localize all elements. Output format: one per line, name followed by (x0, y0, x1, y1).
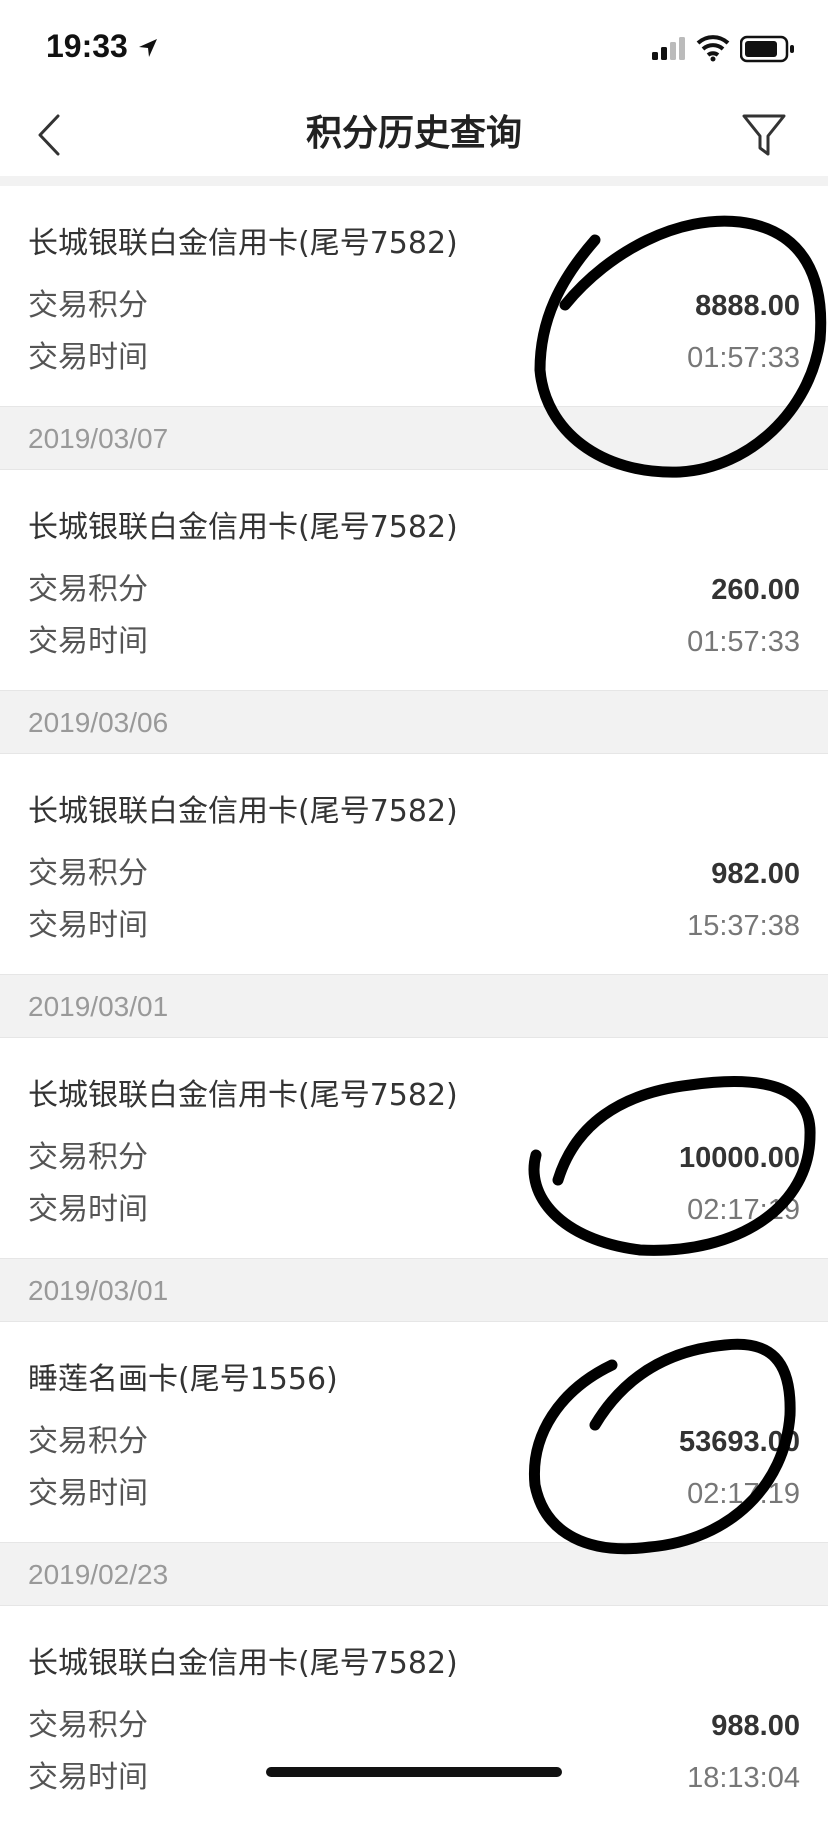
record-card[interactable]: 长城银联白金信用卡(尾号7582) 交易积分 982.00 交易时间 15:37… (0, 754, 828, 974)
status-time: 19:33 (46, 28, 128, 64)
points-value: 260.00 (711, 574, 800, 606)
time-value: 01:57:33 (687, 626, 800, 658)
card-name: 长城银联白金信用卡(尾号7582) (28, 794, 458, 829)
date-header: 2019/03/01 (0, 974, 828, 1038)
nav-bar: 积分历史查询 (0, 94, 828, 177)
points-value: 982.00 (711, 858, 800, 890)
card-name: 长城银联白金信用卡(尾号7582) (28, 510, 458, 545)
date-header: 2019/02/23 (0, 1542, 828, 1606)
record-card[interactable]: 长城银联白金信用卡(尾号7582) 交易积分 260.00 交易时间 01:57… (0, 470, 828, 690)
time-value: 02:17:19 (687, 1478, 800, 1510)
filter-icon[interactable] (740, 112, 788, 158)
time-label: 交易时间 (28, 624, 148, 659)
points-value: 8888.00 (695, 290, 800, 322)
points-value: 53693.00 (679, 1426, 800, 1458)
time-label: 交易时间 (28, 1760, 148, 1795)
time-label: 交易时间 (28, 908, 148, 943)
points-label: 交易积分 (28, 1708, 148, 1743)
card-name: 长城银联白金信用卡(尾号7582) (28, 1078, 458, 1113)
points-history-list: 长城银联白金信用卡(尾号7582) 交易积分 8888.00 交易时间 01:5… (0, 186, 828, 1826)
points-label: 交易积分 (28, 1140, 148, 1175)
list-top-divider (0, 176, 828, 186)
signal-icon (652, 37, 685, 60)
wifi-icon (696, 35, 730, 62)
home-indicator (266, 1767, 562, 1777)
card-name: 睡莲名画卡(尾号1556) (28, 1362, 338, 1397)
time-value: 18:13:04 (687, 1762, 800, 1794)
page-title: 积分历史查询 (305, 113, 522, 154)
time-value: 01:57:33 (687, 342, 800, 374)
time-label: 交易时间 (28, 1192, 148, 1227)
record-card[interactable]: 长城银联白金信用卡(尾号7582) 交易积分 988.00 交易时间 18:13… (0, 1606, 828, 1826)
date-header: 2019/03/07 (0, 406, 828, 470)
card-name: 长城银联白金信用卡(尾号7582) (28, 226, 458, 261)
points-value: 988.00 (711, 1710, 800, 1742)
record-card[interactable]: 长城银联白金信用卡(尾号7582) 交易积分 10000.00 交易时间 02:… (0, 1038, 828, 1258)
points-value: 10000.00 (679, 1142, 800, 1174)
location-arrow-icon (139, 39, 157, 57)
time-label: 交易时间 (28, 1476, 148, 1511)
date-header: 2019/03/06 (0, 690, 828, 754)
date-header: 2019/03/01 (0, 1258, 828, 1322)
status-bar: 19:33 (0, 0, 828, 94)
time-label: 交易时间 (28, 340, 148, 375)
battery-icon (740, 35, 794, 63)
points-label: 交易积分 (28, 572, 148, 607)
time-value: 15:37:38 (687, 910, 800, 942)
card-name: 长城银联白金信用卡(尾号7582) (28, 1646, 458, 1681)
record-card[interactable]: 睡莲名画卡(尾号1556) 交易积分 53693.00 交易时间 02:17:1… (0, 1322, 828, 1542)
points-label: 交易积分 (28, 856, 148, 891)
record-card[interactable]: 长城银联白金信用卡(尾号7582) 交易积分 8888.00 交易时间 01:5… (0, 186, 828, 406)
points-label: 交易积分 (28, 1424, 148, 1459)
time-value: 02:17:19 (687, 1194, 800, 1226)
points-label: 交易积分 (28, 288, 148, 323)
